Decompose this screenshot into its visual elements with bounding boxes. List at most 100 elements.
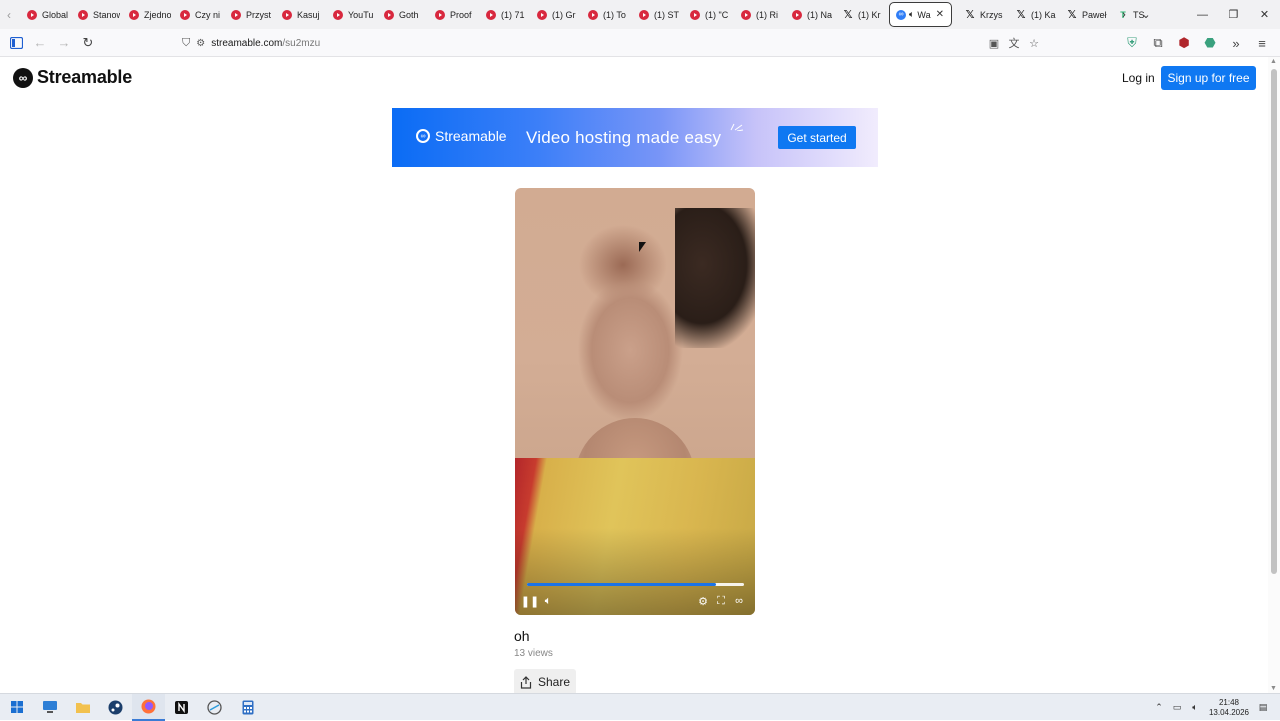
bookmark-star-icon[interactable]: ☆ xyxy=(1026,35,1042,51)
x-icon: 𝕏 xyxy=(1067,8,1077,21)
share-button[interactable]: Share xyxy=(514,669,576,693)
promo-banner[interactable]: ∞ Streamable Video hosting made easy Get… xyxy=(392,108,878,167)
browser-tab[interactable]: 𝕏 Paweł xyxy=(1058,2,1109,27)
browser-tab-active[interactable]: ∞ 🔈︎ Wa ✕ xyxy=(889,2,952,27)
browser-tab[interactable]: Global xyxy=(18,2,69,27)
reader-view-icon[interactable]: ▣ xyxy=(986,35,1002,51)
pause-icon[interactable]: ❚❚ xyxy=(521,594,539,608)
banner-brand: ∞ Streamable xyxy=(416,128,507,144)
tab-label: Stanow xyxy=(93,9,120,20)
streamable-logo-icon: ∞ xyxy=(13,67,33,88)
scrollbar-thumb[interactable] xyxy=(1271,69,1277,574)
youtube-icon xyxy=(639,9,649,20)
calculator-icon[interactable] xyxy=(231,694,264,721)
browser-tab[interactable]: 𝕏 (1) Ka xyxy=(1007,2,1058,27)
streamable-watermark-icon[interactable]: ∞ xyxy=(732,594,746,608)
site-logo[interactable]: ∞ Streamable xyxy=(13,67,132,88)
start-button-icon[interactable] xyxy=(0,694,33,721)
restore-icon[interactable]: ❐ xyxy=(1218,0,1249,29)
tab-strip: ‹ Global Stanow Zjedno Czy ni Przyst Kasuj You… xyxy=(0,0,1280,29)
overflow-menu-icon[interactable]: » xyxy=(1224,31,1248,55)
browser-tab[interactable]: (1) To xyxy=(579,2,630,27)
tab-scroll-right-icon[interactable]: › xyxy=(1113,0,1135,29)
tab-label: Global xyxy=(42,9,69,20)
site-brand-name: Streamable xyxy=(37,67,133,87)
tab-label: Proof xyxy=(450,9,472,20)
youtube-icon xyxy=(537,9,547,20)
forward-icon[interactable]: → xyxy=(52,31,76,55)
clock-date: 13.04.2026 xyxy=(1208,707,1250,717)
system-tray: ⌃ ▭ 🔈︎ 21:48 13.04.2026 ▤ xyxy=(1152,694,1280,721)
site-info-icon[interactable]: ⚙ xyxy=(196,38,205,49)
show-hidden-icons-icon[interactable]: ⌃ xyxy=(1152,701,1166,715)
settings-gear-icon[interactable]: ⚙ xyxy=(696,594,710,608)
file-explorer-icon[interactable] xyxy=(66,694,99,721)
youtube-icon xyxy=(78,9,88,20)
notifications-icon[interactable]: ▤ xyxy=(1256,701,1270,715)
reload-icon[interactable]: ↻ xyxy=(76,31,100,55)
close-window-icon[interactable]: ✕ xyxy=(1249,0,1280,29)
signup-button[interactable]: Sign up for free xyxy=(1161,66,1256,90)
navigation-toolbar: ← → ↻ ⛉ ⚙ streamable.com/su2mzu ▣ 文 ☆ ⛨ … xyxy=(0,29,1280,57)
remote-desktop-icon[interactable] xyxy=(33,694,66,721)
volume-icon[interactable]: 🔈︎ xyxy=(541,594,555,608)
fullscreen-icon[interactable]: ⛶ xyxy=(714,594,728,608)
network-icon[interactable]: ▭ xyxy=(1170,701,1184,715)
browser-tab[interactable]: Stanow xyxy=(69,2,120,27)
tab-audio-icon[interactable]: 🔈︎ xyxy=(909,9,914,20)
firefox-icon[interactable] xyxy=(132,693,165,721)
banner-brand-name: Streamable xyxy=(435,128,507,144)
notion-icon[interactable] xyxy=(165,694,198,721)
tab-label: (1) 71 xyxy=(501,9,525,20)
browser-tab[interactable]: (1) 71 xyxy=(477,2,528,27)
url-bar-actions: ▣ 文 ☆ xyxy=(986,32,1042,54)
tab-label: Krzys xyxy=(980,9,1003,20)
extensions-icon[interactable]: ⧉ xyxy=(1146,31,1170,55)
ublock-icon[interactable]: ⬢ xyxy=(1172,31,1196,55)
video-frame-detail xyxy=(675,208,755,348)
browser-tab[interactable]: YouTu xyxy=(324,2,375,27)
translate-icon[interactable]: 文 xyxy=(1006,35,1022,51)
video-title: oh xyxy=(514,628,530,644)
video-player[interactable]: ❚❚ 🔈︎ ⚙ ⛶ ∞ xyxy=(515,188,755,615)
youtube-icon xyxy=(690,9,700,20)
browser-tab[interactable]: Proof xyxy=(426,2,477,27)
tab-label: (1) "C xyxy=(705,9,729,20)
app-icon[interactable] xyxy=(198,694,231,721)
page-scrollbar[interactable]: ▲ ▼ xyxy=(1268,57,1280,693)
get-started-button[interactable]: Get started xyxy=(778,126,856,149)
tab-label: Czy ni xyxy=(195,9,221,20)
close-tab-icon[interactable]: ✕ xyxy=(936,9,944,20)
browser-tab[interactable]: 𝕏 Krzys xyxy=(956,2,1007,27)
browser-tab[interactable]: Kasuj xyxy=(273,2,324,27)
tracking-protection-icon[interactable]: ⛉ xyxy=(182,37,190,50)
scroll-down-icon[interactable]: ▼ xyxy=(1270,685,1277,692)
browser-tab[interactable]: (1) "C xyxy=(681,2,732,27)
login-link[interactable]: Log in xyxy=(1122,71,1155,85)
system-clock[interactable]: 21:48 13.04.2026 xyxy=(1206,698,1252,718)
tab-label: Goth xyxy=(399,9,419,20)
scroll-up-icon[interactable]: ▲ xyxy=(1270,58,1277,65)
browser-tab[interactable]: (1) ST xyxy=(630,2,681,27)
address-bar[interactable]: ⛉ ⚙ streamable.com/su2mzu ▣ 文 ☆ xyxy=(174,32,1046,54)
browser-tab[interactable]: 𝕏 (1) Kr xyxy=(834,2,885,27)
sidebar-icon[interactable] xyxy=(4,31,28,55)
list-all-tabs-icon[interactable]: ⌄ xyxy=(1135,0,1157,29)
steam-icon[interactable] xyxy=(99,694,132,721)
browser-tab[interactable]: Przyst xyxy=(222,2,273,27)
volume-tray-icon[interactable]: 🔈︎ xyxy=(1188,701,1202,715)
extension-badge-icon[interactable]: ⬣ xyxy=(1198,31,1222,55)
browser-tab[interactable]: (1) Gr xyxy=(528,2,579,27)
back-icon[interactable]: ← xyxy=(28,31,52,55)
browser-tab[interactable]: (1) Na xyxy=(783,2,834,27)
minimize-icon[interactable]: — xyxy=(1187,0,1218,29)
tab-scroll-left-icon[interactable]: ‹ xyxy=(0,0,18,29)
video-progress-bar[interactable] xyxy=(527,583,744,586)
browser-tab[interactable]: Czy ni xyxy=(171,2,222,27)
shield-extension-icon[interactable]: ⛨ xyxy=(1120,31,1144,55)
browser-tab[interactable]: Goth xyxy=(375,2,426,27)
app-menu-icon[interactable]: ≡ xyxy=(1250,31,1274,55)
browser-tab[interactable]: Zjedno xyxy=(120,2,171,27)
browser-tab[interactable]: (1) Ri xyxy=(732,2,783,27)
youtube-icon xyxy=(129,9,139,20)
